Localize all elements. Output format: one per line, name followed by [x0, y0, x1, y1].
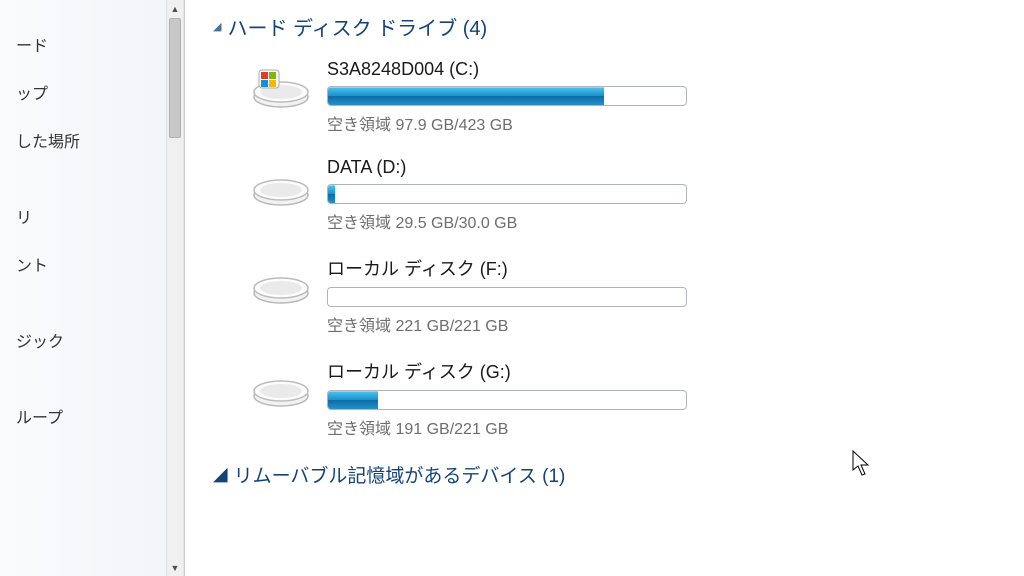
drive-item[interactable]: ローカル ディスク (G:) 空き領域 191 GB/221 GB: [249, 358, 996, 439]
navigation-sidebar: ード ップ した場所 リ ント ジック ループ ▲ ▼: [0, 0, 185, 576]
hard-drive-icon: [249, 255, 313, 309]
sidebar-item[interactable]: リ: [8, 192, 184, 240]
drive-item[interactable]: S3A8248D004 (C:) 空き領域 97.9 GB/423 GB: [249, 59, 996, 135]
hard-drive-icon: [249, 358, 313, 412]
sidebar-item[interactable]: ループ: [8, 392, 184, 440]
main-content: ◢ ハード ディスク ドライブ (4) S3A8248D004 (C:) 空き領…: [185, 0, 1024, 576]
free-space-text: 空き領域 221 GB/221 GB: [327, 312, 707, 336]
capacity-bar-fill: [328, 391, 378, 409]
sidebar-item[interactable]: した場所: [8, 116, 184, 164]
drive-info: ローカル ディスク (G:) 空き領域 191 GB/221 GB: [327, 358, 707, 439]
drive-label: S3A8248D004 (C:): [327, 59, 707, 80]
sidebar-item[interactable]: ード: [8, 20, 184, 68]
free-space-text: 空き領域 29.5 GB/30.0 GB: [327, 209, 707, 233]
hard-drive-icon: [249, 157, 313, 211]
collapse-icon: ◢: [213, 20, 221, 33]
drive-info: S3A8248D004 (C:) 空き領域 97.9 GB/423 GB: [327, 59, 707, 135]
capacity-bar: [327, 287, 687, 307]
removable-section-header[interactable]: ◢ リムーバブル記憶域があるデバイス (1): [213, 461, 996, 488]
sidebar-item[interactable]: ップ: [8, 68, 184, 116]
hdd-section-header[interactable]: ◢ ハード ディスク ドライブ (4): [213, 12, 996, 41]
sidebar-item[interactable]: ジック: [8, 316, 184, 364]
drive-item[interactable]: DATA (D:) 空き領域 29.5 GB/30.0 GB: [249, 157, 996, 233]
capacity-bar-fill: [328, 185, 335, 203]
drive-label: DATA (D:): [327, 157, 707, 178]
section-title: リムーバブル記憶域があるデバイス (1): [234, 461, 566, 488]
drive-item[interactable]: ローカル ディスク (F:) 空き領域 221 GB/221 GB: [249, 255, 996, 336]
hard-drive-icon: [249, 59, 313, 113]
capacity-bar: [327, 184, 687, 204]
sidebar-item[interactable]: ント: [8, 240, 184, 288]
scroll-down-icon[interactable]: ▼: [167, 559, 183, 576]
capacity-bar: [327, 390, 687, 410]
sidebar-scrollbar[interactable]: ▲ ▼: [166, 0, 183, 576]
free-space-text: 空き領域 97.9 GB/423 GB: [327, 111, 707, 135]
drive-label: ローカル ディスク (F:): [327, 255, 707, 281]
drive-info: ローカル ディスク (F:) 空き領域 221 GB/221 GB: [327, 255, 707, 336]
collapse-icon: ◢: [213, 463, 228, 486]
drive-label: ローカル ディスク (G:): [327, 358, 707, 384]
free-space-text: 空き領域 191 GB/221 GB: [327, 415, 707, 439]
capacity-bar-fill: [328, 87, 604, 105]
scrollbar-thumb[interactable]: [169, 18, 181, 138]
scroll-up-icon[interactable]: ▲: [167, 0, 183, 17]
drive-info: DATA (D:) 空き領域 29.5 GB/30.0 GB: [327, 157, 707, 233]
section-title: ハード ディスク ドライブ (4): [227, 12, 487, 41]
capacity-bar: [327, 86, 687, 106]
